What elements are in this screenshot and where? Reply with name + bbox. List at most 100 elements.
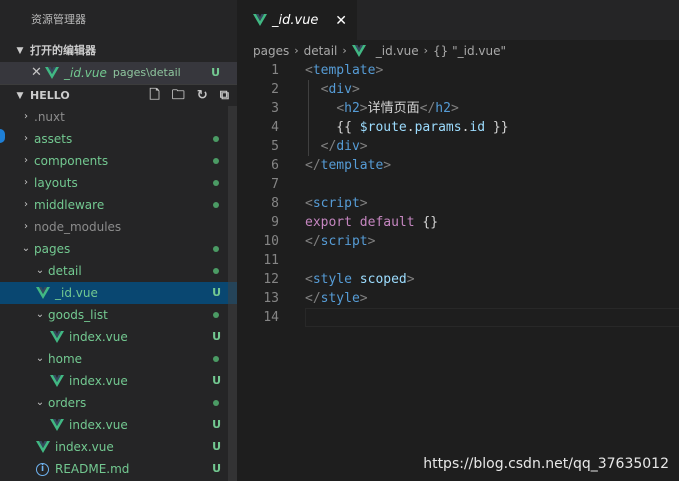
project-header[interactable]: ▼ HELLO 🗋 🗀 ↻ ⧉ <box>0 84 237 106</box>
modified-dot <box>213 202 219 208</box>
tree-item-label: home <box>48 352 83 366</box>
code-token: > <box>351 82 360 97</box>
chevron-right-icon: › <box>294 44 299 57</box>
tree-folder[interactable]: › layouts <box>0 172 237 194</box>
vue-icon <box>50 331 64 343</box>
tree-folder[interactable]: ⌄ detail <box>0 260 237 282</box>
untracked-badge: U <box>212 374 221 387</box>
tree-file[interactable]: i README.md U <box>0 458 237 480</box>
new-folder-icon[interactable]: 🗀 <box>172 85 185 107</box>
tree-item-label: index.vue <box>55 440 114 454</box>
code-token: template <box>312 63 376 78</box>
tree-folder[interactable]: ⌄ pages <box>0 238 237 260</box>
code-token: > <box>375 63 384 78</box>
chevron-down-icon: ▼ <box>16 46 24 56</box>
modified-dot <box>213 136 219 142</box>
tree-item-label: detail <box>48 264 82 278</box>
tree-folder[interactable]: ⌄ goods_list <box>0 304 237 326</box>
tree-folder[interactable]: › assets <box>0 128 237 150</box>
breadcrumb-item-pages[interactable]: pages <box>253 40 289 62</box>
chevron-right-icon: › <box>24 133 28 144</box>
code-token: < <box>305 63 313 78</box>
close-icon[interactable]: ✕ <box>335 13 347 29</box>
code-line[interactable]: 2 <div> <box>237 80 679 99</box>
code-token: > <box>406 272 415 287</box>
code-line[interactable]: 4 {{ $route.params.id }} <box>237 118 679 137</box>
tree-folder[interactable]: › node_modules <box>0 216 237 238</box>
code-line[interactable]: 13 </style> <box>237 289 679 308</box>
info-icon: i <box>36 462 49 476</box>
code-line[interactable]: 6 </template> <box>237 156 679 175</box>
code-token: default <box>359 215 415 230</box>
code-token: style <box>320 291 360 306</box>
modified-dot <box>213 356 219 362</box>
code-text: export default {} <box>305 213 438 232</box>
new-file-icon[interactable]: 🗋 <box>149 85 159 107</box>
close-icon[interactable]: ✕ <box>31 62 45 84</box>
vue-icon <box>45 67 59 79</box>
chevron-down-icon: ▼ <box>16 90 24 101</box>
code-token: > <box>359 196 368 211</box>
tree-file[interactable]: index.vue U <box>0 436 237 458</box>
breadcrumb-item-symbol[interactable]: {} "_id.vue" <box>433 40 506 62</box>
code-token: scoped <box>359 272 407 287</box>
refresh-icon[interactable]: ↻ <box>197 85 208 107</box>
code-line[interactable]: 10 </script> <box>237 232 679 251</box>
tree-folder[interactable]: › middleware <box>0 194 237 216</box>
code-line[interactable]: 3 <h2>详情页面</h2> <box>237 99 679 118</box>
chevron-right-icon: › <box>24 155 28 166</box>
open-editors-header[interactable]: ▼ 打开的编辑器 <box>0 40 237 62</box>
tree-folder[interactable]: ⌄ home <box>0 348 237 370</box>
code-token: > <box>359 291 368 306</box>
line-number: 2 <box>271 82 279 97</box>
code-token: > <box>367 234 376 249</box>
code-text: </template> <box>305 156 391 175</box>
vue-icon <box>50 375 64 387</box>
code-line[interactable]: 8 <script> <box>237 194 679 213</box>
file-tree: › .nuxt › assets › components › layouts › middlew… <box>0 106 237 480</box>
untracked-badge: U <box>212 462 221 475</box>
code-text: </style> <box>305 289 368 308</box>
modified-dot <box>213 268 219 274</box>
tree-folder[interactable]: › .nuxt <box>0 106 237 128</box>
code-token: < <box>305 196 313 211</box>
code-line[interactable]: 9 export default {} <box>237 213 679 232</box>
code-line[interactable]: 14 <box>237 308 679 327</box>
code-editor[interactable]: 1 <template> 2 <div> 3 <h2>详情页面</h2> 4 {{ $r… <box>237 61 679 327</box>
code-token: div <box>336 139 360 154</box>
tab-id-vue[interactable]: _id.vue ✕ <box>237 0 357 40</box>
tree-file[interactable]: index.vue U <box>0 370 237 392</box>
breadcrumb-item-file[interactable]: _id.vue <box>376 40 419 62</box>
code-token: script <box>312 196 360 211</box>
code-line[interactable]: 12 <style scoped> <box>237 270 679 289</box>
chevron-right-icon: › <box>24 221 28 232</box>
tree-folder[interactable]: › components <box>0 150 237 172</box>
collapse-all-icon[interactable]: ⧉ <box>220 85 229 107</box>
open-editor-item[interactable]: ✕ _id.vue pages\detail U <box>0 62 237 84</box>
code-token: }} <box>485 120 509 135</box>
chevron-right-icon: › <box>24 177 28 188</box>
sidebar-scrollbar[interactable] <box>228 106 237 481</box>
code-token: export <box>305 215 352 230</box>
tree-file[interactable]: index.vue U <box>0 414 237 436</box>
code-text: </div> <box>305 137 368 156</box>
code-line[interactable]: 7 <box>237 175 679 194</box>
vue-icon <box>36 441 50 453</box>
chevron-right-icon: › <box>342 44 347 57</box>
untracked-badge: U <box>212 440 221 453</box>
code-line[interactable]: 5 </div> <box>237 137 679 156</box>
tree-file[interactable]: index.vue U <box>0 326 237 348</box>
modified-dot <box>213 246 219 252</box>
code-token: > <box>450 101 459 116</box>
tree-folder[interactable]: ⌄ orders <box>0 392 237 414</box>
code-line[interactable]: 11 <box>237 251 679 270</box>
tree-file[interactable]: _id.vue U <box>0 282 237 304</box>
code-line[interactable]: 1 <template> <box>237 61 679 80</box>
line-number: 4 <box>271 120 279 135</box>
line-number: 9 <box>271 215 279 230</box>
breadcrumb-item-detail[interactable]: detail <box>304 40 338 62</box>
